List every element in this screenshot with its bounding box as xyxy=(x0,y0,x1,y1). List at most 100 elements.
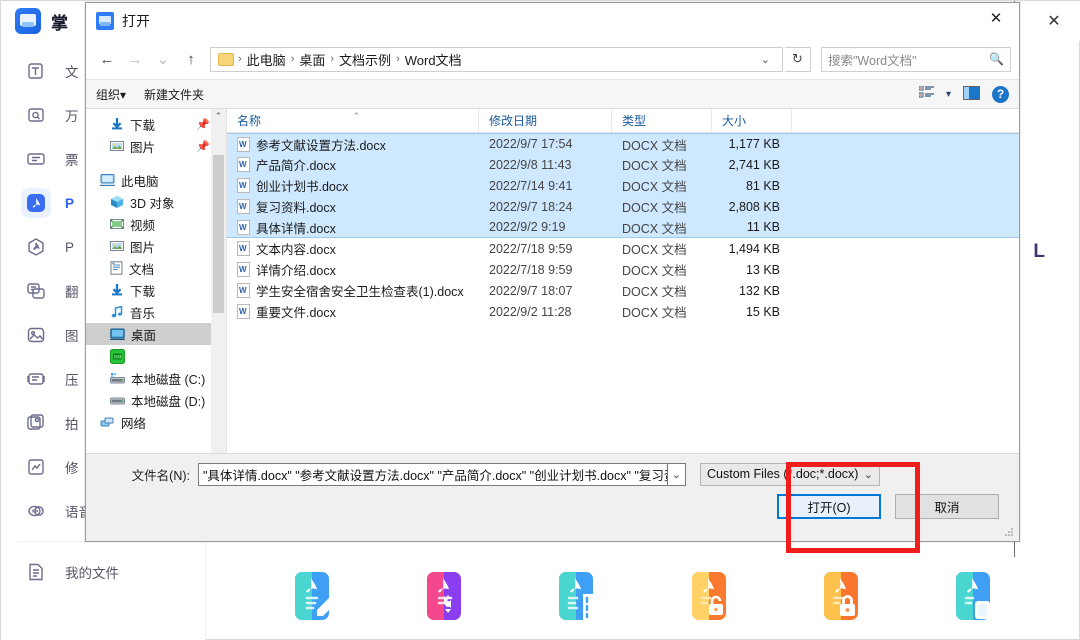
file-date: 2022/7/14 9:41 xyxy=(489,178,573,193)
view-caret-icon[interactable]: ▾ xyxy=(946,89,951,100)
tree-item-local-disk-d[interactable]: 本地磁盘 (D:) xyxy=(86,389,226,411)
refresh-button[interactable]: ↻ xyxy=(785,46,811,72)
file-type: DOCX 文档 xyxy=(622,264,687,278)
videos-icon xyxy=(110,219,124,229)
table-row[interactable]: 具体详情.docx 2022/9/2 9:19 DOCX 文档 11 KB xyxy=(227,217,1019,238)
compress-icon xyxy=(21,364,51,394)
recent-locations-button[interactable]: ⌄ xyxy=(150,46,176,72)
tree-item-label: 3D 对象 xyxy=(130,196,175,211)
dialog-title: 打开 xyxy=(122,13,150,29)
tree-item-pictures[interactable]: 图片 xyxy=(86,235,226,257)
background-close-icon[interactable]: ✕ xyxy=(1039,9,1069,33)
preview-pane-button[interactable] xyxy=(963,85,980,103)
tree-item-label: 此电脑 xyxy=(121,174,159,189)
ticket-icon xyxy=(21,144,51,174)
resize-grip[interactable] xyxy=(1004,527,1014,537)
column-header-size[interactable]: 大小 xyxy=(712,108,792,133)
file-size: 15 KB xyxy=(745,304,780,319)
file-type-filter-select[interactable]: Custom Files (*.doc;*.docx) ⌄ xyxy=(700,462,880,486)
pdf-edit-tool-icon[interactable] xyxy=(285,568,339,626)
column-header-name[interactable]: ⌃ 名称 xyxy=(227,108,479,133)
pdf-unlock-tool-icon[interactable] xyxy=(682,568,736,626)
view-list-icon xyxy=(918,85,934,98)
organize-menu[interactable]: 组织▾ xyxy=(96,86,126,103)
column-label: 类型 xyxy=(622,113,647,128)
documents-icon xyxy=(110,261,123,275)
tree-item-green-drive[interactable] xyxy=(86,345,226,367)
back-button[interactable]: ← xyxy=(94,46,120,72)
column-header-date[interactable]: 修改日期 xyxy=(479,108,612,133)
file-name: 参考文献设置方法.docx xyxy=(256,138,386,153)
breadcrumb-item-2[interactable]: 文档示例 xyxy=(335,50,395,69)
pdf-lock-tool-icon[interactable] xyxy=(814,568,868,626)
new-folder-button[interactable]: 新建文件夹 xyxy=(144,86,204,103)
file-name: 产品简介.docx xyxy=(256,159,336,173)
3d-objects-icon xyxy=(111,196,123,208)
download-icon xyxy=(112,284,122,296)
table-row[interactable]: 详情介绍.docx 2022/7/18 9:59 DOCX 文档 13 KB xyxy=(227,259,1019,280)
tree-item-label: 文档 xyxy=(129,262,155,277)
sidebar-item-my-files[interactable]: 我的文件 xyxy=(1,550,205,594)
pdf-tools-row xyxy=(206,554,1079,639)
table-row[interactable]: 学生安全宿舍安全卫生检查表(1).docx 2022/9/7 18:07 DOC… xyxy=(227,280,1019,301)
sidebar-item-label: P xyxy=(65,239,75,255)
file-type: DOCX 文档 xyxy=(622,243,687,257)
pictures-icon xyxy=(110,241,124,251)
tree-item-downloads[interactable]: 下载 xyxy=(86,279,226,301)
sidebar-item-label: 万 xyxy=(65,109,79,124)
word-file-icon xyxy=(237,283,250,298)
tree-item-3d-objects[interactable]: 3D 对象 xyxy=(86,191,226,213)
cancel-button[interactable]: 取消 xyxy=(895,494,999,519)
chevron-down-icon[interactable]: ⌄ xyxy=(753,53,778,66)
table-row[interactable]: 复习资料.docx 2022/9/7 18:24 DOCX 文档 2,808 K… xyxy=(227,196,1019,217)
background-right-edge-text: L xyxy=(1033,241,1045,262)
breadcrumb-item-0[interactable]: 此电脑 xyxy=(243,50,290,69)
dialog-close-icon[interactable]: ✕ xyxy=(973,3,1019,33)
dialog-window-icon xyxy=(96,12,114,30)
pdf-extract-tool-icon[interactable] xyxy=(946,568,1000,626)
filename-input[interactable]: "具体详情.docx" "参考文献设置方法.docx" "产品简介.docx" … xyxy=(198,462,668,486)
pdf-split-tool-icon[interactable] xyxy=(549,568,603,626)
tree-item-documents[interactable]: 文档 xyxy=(86,257,226,279)
table-row[interactable]: 重要文件.docx 2022/9/2 11:28 DOCX 文档 15 KB xyxy=(227,301,1019,322)
tree-item-network[interactable]: 网络 xyxy=(86,411,226,433)
open-button[interactable]: 打开(O) xyxy=(777,494,881,519)
text-doc-icon xyxy=(21,56,51,86)
tree-item-this-pc[interactable]: 此电脑 xyxy=(86,169,226,191)
file-type: DOCX 文档 xyxy=(622,221,687,236)
table-row[interactable]: 文本内容.docx 2022/7/18 9:59 DOCX 文档 1,494 K… xyxy=(227,238,1019,259)
forward-button[interactable]: → xyxy=(122,46,148,72)
breadcrumb-item-1[interactable]: 桌面 xyxy=(295,50,329,69)
open-file-dialog: 打开 ✕ ← → ⌄ ↑ › 此电脑 › 桌面 › 文档示例 › Word文档 … xyxy=(85,2,1020,542)
file-date: 2022/9/2 11:28 xyxy=(489,304,572,319)
word-file-icon xyxy=(237,241,250,256)
screen: 掌 ✕ 文 万 票 P P 翻 图 压 拍 修 我的文件 L 打开 ✕ ← → … xyxy=(0,0,1080,640)
tree-item-downloads-quick[interactable]: 下载 📌 xyxy=(86,113,226,135)
column-header-type[interactable]: 类型 xyxy=(612,108,712,133)
breadcrumb-item-3[interactable]: Word文档 xyxy=(401,50,466,69)
view-options-button[interactable] xyxy=(918,85,934,102)
filename-dropdown-icon[interactable]: ⌄ xyxy=(668,462,686,486)
sidebar-item-label: 票 xyxy=(65,153,79,168)
scroll-up-icon[interactable]: ⌃ xyxy=(211,109,226,124)
file-type-filter-value: Custom Files (*.doc;*.docx) xyxy=(707,467,859,481)
tree-item-local-disk-c[interactable]: 本地磁盘 (C:) xyxy=(86,367,226,389)
file-date: 2022/9/7 18:24 xyxy=(489,199,573,214)
breadcrumb[interactable]: › 此电脑 › 桌面 › 文档示例 › Word文档 ⌄ xyxy=(210,46,783,72)
help-button[interactable]: ? xyxy=(992,85,1009,103)
pin-icon[interactable]: 📌 xyxy=(196,118,210,131)
up-button[interactable]: ↑ xyxy=(178,46,204,72)
search-input[interactable]: 搜索"Word文档" 🔍 xyxy=(821,46,1011,72)
table-row[interactable]: 创业计划书.docx 2022/7/14 9:41 DOCX 文档 81 KB xyxy=(227,175,1019,196)
pdf-convert-tool-icon[interactable] xyxy=(417,568,471,626)
pin-icon[interactable]: 📌 xyxy=(196,140,210,153)
tree-item-videos[interactable]: 视频 xyxy=(86,213,226,235)
tree-item-music[interactable]: 音乐 xyxy=(86,301,226,323)
table-row[interactable]: 产品简介.docx 2022/9/8 11:43 DOCX 文档 2,741 K… xyxy=(227,154,1019,175)
tree-item-desktop[interactable]: 桌面 xyxy=(86,323,226,345)
sidebar-item-label: 我的文件 xyxy=(65,566,119,581)
voice-icon xyxy=(21,496,51,526)
scrollbar-thumb[interactable] xyxy=(213,155,224,313)
table-row[interactable]: 参考文献设置方法.docx 2022/9/7 17:54 DOCX 文档 1,1… xyxy=(227,133,1019,154)
tree-item-pictures-quick[interactable]: 图片 📌 xyxy=(86,135,226,157)
